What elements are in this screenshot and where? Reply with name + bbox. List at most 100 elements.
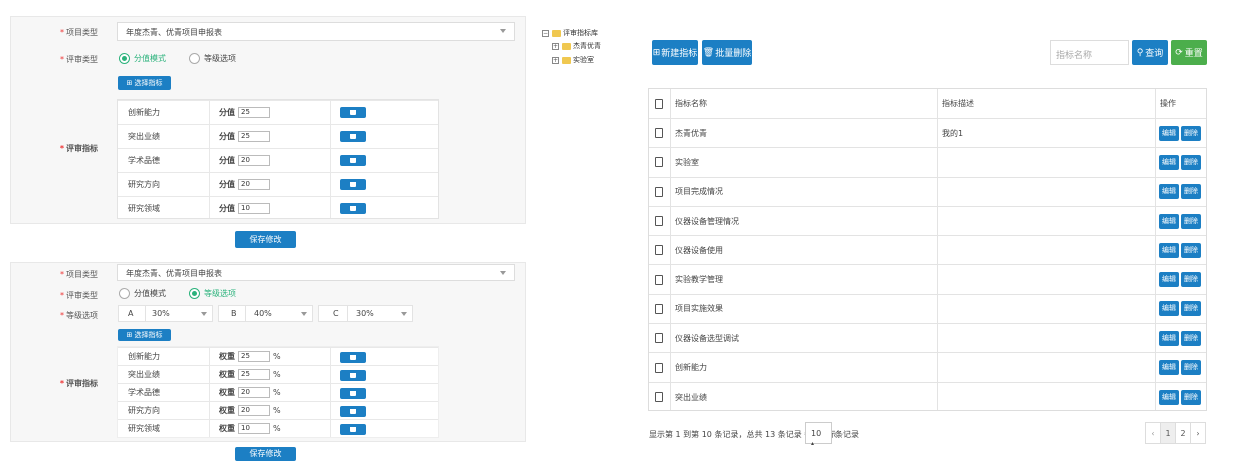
delete-button[interactable]: 删除	[1181, 154, 1201, 170]
row-checkbox[interactable]	[655, 274, 663, 285]
row-checkbox[interactable]	[655, 362, 663, 373]
save-button-top[interactable]: 保存修改	[235, 231, 296, 248]
level-b-select[interactable]: 40%	[245, 306, 313, 321]
row-checkbox[interactable]	[655, 128, 663, 139]
delete-trash-icon[interactable]	[340, 203, 366, 214]
reset-button[interactable]: ⟳ 重置	[1171, 40, 1207, 65]
select-indicator-button[interactable]: ⊞ 选择指标	[118, 329, 171, 341]
score-input[interactable]: 25	[238, 131, 270, 142]
score-input[interactable]: 10	[238, 203, 270, 214]
row-checkbox[interactable]	[655, 186, 663, 197]
tree-root[interactable]: − 评审指标库	[542, 28, 598, 38]
edit-button[interactable]: 编辑	[1159, 213, 1179, 229]
weight-input[interactable]: 20	[238, 405, 270, 416]
weight-input[interactable]: 25	[238, 351, 270, 362]
chevron-down-icon	[500, 271, 506, 275]
tree-node-jieqing[interactable]: + 杰青优青	[552, 41, 601, 51]
folder-icon	[562, 42, 571, 50]
row-checkbox[interactable]	[655, 392, 663, 403]
delete-trash-icon[interactable]	[340, 155, 366, 166]
delete-trash-icon[interactable]	[340, 107, 366, 118]
score-input[interactable]: 20	[238, 179, 270, 190]
edit-button[interactable]: 编辑	[1159, 125, 1179, 141]
delete-trash-icon[interactable]	[340, 388, 366, 399]
delete-button[interactable]: 删除	[1181, 184, 1201, 200]
batch-delete-button[interactable]: 🗑 批量删除	[702, 40, 752, 65]
edit-button[interactable]: 编辑	[1159, 154, 1179, 170]
delete-button[interactable]: 删除	[1181, 301, 1201, 317]
project-type-select[interactable]: 年度杰青、优青项目申报表	[117, 264, 515, 281]
row-checkbox[interactable]	[655, 333, 663, 344]
edit-button[interactable]: 编辑	[1159, 301, 1179, 317]
delete-trash-icon[interactable]	[340, 131, 366, 142]
delete-button[interactable]: 删除	[1181, 125, 1201, 141]
delete-button[interactable]: 删除	[1181, 272, 1201, 288]
row-checkbox[interactable]	[655, 245, 663, 256]
save-button-bottom[interactable]: 保存修改	[235, 447, 296, 461]
delete-button[interactable]: 删除	[1181, 389, 1201, 405]
edit-button[interactable]: 编辑	[1159, 360, 1179, 376]
score-input[interactable]: 25	[238, 107, 270, 118]
weight-input[interactable]: 25	[238, 369, 270, 380]
search-input[interactable]: 指标名称	[1050, 40, 1129, 65]
radio-level-mode[interactable]: 等级选项	[189, 288, 236, 299]
indicator-grid: 指标名称 指标描述 操作 杰青优青 我的1 编辑 删除 实验室 编辑 删除 项目完成情况 编辑删…	[648, 88, 1207, 411]
level-option-a: A 30%	[118, 305, 213, 322]
radio-checked-icon	[119, 53, 130, 64]
table-row: 学术品德 分值 20	[118, 148, 438, 172]
grid-header: 指标名称 指标描述 操作	[649, 89, 1206, 119]
indicator-table-bottom: 创新能力 权重 25% 突出业绩 权重 25% 学术品德 权重 20% 研究方向 权重…	[117, 346, 439, 438]
indicator-table-top: 创新能力 分值 25 突出业绩 分值 25 学术品德 分值 20 研究方向 分值 20 …	[117, 99, 439, 219]
page-1-button[interactable]: 1	[1160, 422, 1176, 444]
indicator-name: 研究方向	[128, 180, 160, 189]
delete-trash-icon[interactable]	[340, 406, 366, 417]
next-page-button[interactable]: ›	[1190, 422, 1206, 444]
delete-button[interactable]: 删除	[1181, 242, 1201, 258]
table-row: 实验教学管理 编辑 删除	[649, 266, 1206, 295]
delete-trash-icon[interactable]	[340, 352, 366, 363]
field-label: 权重	[219, 370, 235, 379]
new-indicator-button[interactable]: ⊞ 新建指标	[652, 40, 698, 65]
weight-input[interactable]: 10	[238, 423, 270, 434]
project-type-select[interactable]: 年度杰青、优青项目申报表	[117, 22, 515, 41]
radio-score-mode[interactable]: 分值模式	[119, 53, 166, 64]
indicator-name: 研究领域	[128, 204, 160, 213]
radio-unchecked-icon	[189, 53, 200, 64]
delete-button[interactable]: 删除	[1181, 213, 1201, 229]
collapse-icon: −	[542, 29, 549, 37]
prev-page-button[interactable]: ‹	[1145, 422, 1161, 444]
edit-button[interactable]: 编辑	[1159, 184, 1179, 200]
radio-checked-icon	[189, 288, 200, 299]
table-row: 仪器设备选型调试 编辑 删除	[649, 324, 1206, 354]
cell-name: 突出业绩	[675, 392, 707, 402]
row-checkbox[interactable]	[655, 157, 663, 168]
row-checkbox[interactable]	[655, 303, 663, 314]
page-size-select[interactable]: 10 ▴	[805, 422, 832, 447]
tree-node-lab[interactable]: + 实验室	[552, 55, 594, 65]
row-checkbox[interactable]	[655, 216, 663, 227]
level-c-select[interactable]: 30%	[347, 306, 413, 321]
delete-trash-icon[interactable]	[340, 424, 366, 435]
edit-button[interactable]: 编辑	[1159, 272, 1179, 288]
edit-button[interactable]: 编辑	[1159, 389, 1179, 405]
score-input[interactable]: 20	[238, 155, 270, 166]
delete-button[interactable]: 删除	[1181, 330, 1201, 346]
radio-level-mode[interactable]: 等级选项	[189, 53, 236, 64]
field-label: 权重	[219, 424, 235, 433]
indicator-name: 创新能力	[128, 352, 160, 361]
table-row: 突出业绩 编辑 删除	[649, 383, 1206, 412]
delete-trash-icon[interactable]	[340, 179, 366, 190]
search-button[interactable]: ⚲ 查询	[1132, 40, 1168, 65]
delete-button[interactable]: 删除	[1181, 360, 1201, 376]
select-all-checkbox[interactable]	[655, 98, 663, 109]
level-a-select[interactable]: 30%	[145, 306, 213, 321]
col-desc-header: 指标描述	[942, 99, 974, 108]
edit-button[interactable]: 编辑	[1159, 242, 1179, 258]
delete-trash-icon[interactable]	[340, 370, 366, 381]
select-indicator-button[interactable]: ⊞ 选择指标	[118, 76, 171, 90]
edit-button[interactable]: 编辑	[1159, 330, 1179, 346]
radio-score-mode[interactable]: 分值模式	[119, 288, 166, 299]
page-2-button[interactable]: 2	[1175, 422, 1191, 444]
table-row: 项目完成情况 编辑 删除	[649, 178, 1206, 207]
weight-input[interactable]: 20	[238, 387, 270, 398]
